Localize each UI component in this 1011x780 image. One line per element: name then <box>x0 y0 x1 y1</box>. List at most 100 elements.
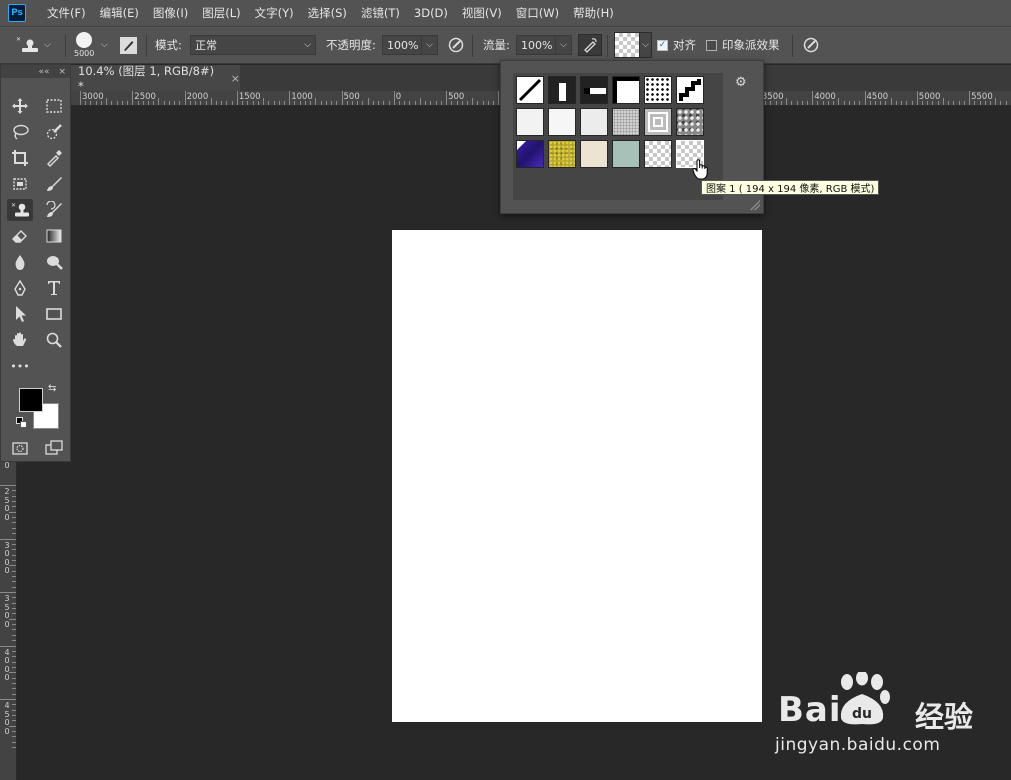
ruler-minor-tick <box>472 98 474 105</box>
collapse-icon[interactable]: «« <box>38 67 49 77</box>
pattern-swatch[interactable] <box>548 140 576 168</box>
pattern-picker-button[interactable]: ⌵ <box>614 27 652 63</box>
baidu-jingyan-watermark: du Bai 经验 jingyan.baidu.com <box>775 672 995 762</box>
resize-grip-icon[interactable] <box>750 200 760 210</box>
pattern-swatch[interactable] <box>580 140 608 168</box>
ruler-tick <box>289 91 291 105</box>
pattern-swatch[interactable] <box>580 108 608 136</box>
checkbox-checked-icon[interactable]: ✓ <box>657 39 668 51</box>
close-icon[interactable]: × <box>58 67 66 77</box>
ruler-minor-tick <box>12 602 16 604</box>
flow-input[interactable]: 100% ⌵ <box>516 27 572 63</box>
tool-preset-picker[interactable]: ✕ ⌵ <box>6 27 51 63</box>
pattern-swatch[interactable] <box>548 76 576 104</box>
brush-tool[interactable] <box>41 173 67 195</box>
blur-tool[interactable] <box>7 251 33 273</box>
document-canvas[interactable] <box>392 230 762 722</box>
path-selection-tool[interactable] <box>7 303 33 325</box>
flow-value[interactable]: 100% <box>516 35 556 55</box>
ruler-minor-tick <box>12 597 16 599</box>
pattern-swatch[interactable] <box>612 140 640 168</box>
frame-tool[interactable] <box>7 173 33 195</box>
pattern-swatch[interactable] <box>548 108 576 136</box>
pattern-stamp-icon: ✕ <box>11 202 29 217</box>
default-colors-icon[interactable] <box>16 417 27 428</box>
pattern-swatch[interactable] <box>516 76 544 104</box>
pattern-swatch[interactable] <box>612 108 640 136</box>
menu-filter[interactable]: 滤镜(T) <box>354 0 407 26</box>
crop-tool[interactable] <box>7 147 33 169</box>
dodge-tool[interactable] <box>41 251 67 273</box>
menu-file[interactable]: 文件(F) <box>40 0 93 26</box>
screen-mode-button[interactable] <box>41 437 67 459</box>
menu-layer[interactable]: 图层(L) <box>195 0 247 26</box>
align-checkbox[interactable]: ✓ 对齐 <box>657 27 696 63</box>
airbrush-button[interactable] <box>578 27 602 63</box>
pattern-swatch[interactable] <box>612 76 640 104</box>
ruler-tick <box>184 91 186 105</box>
checkbox-unchecked-icon[interactable] <box>706 39 717 51</box>
menu-window[interactable]: 窗口(W) <box>509 0 566 26</box>
pattern-swatch[interactable] <box>676 76 704 104</box>
ruler-minor-tick <box>12 688 16 690</box>
chevron-down-icon: ⌵ <box>44 40 51 50</box>
pen-tool[interactable] <box>7 277 33 299</box>
move-tool[interactable] <box>7 95 33 117</box>
tools-panel-header[interactable]: «« × <box>1 65 70 78</box>
eyedropper-tool[interactable] <box>41 147 67 169</box>
clone-stamp-tool[interactable]: ✕ <box>7 199 33 221</box>
menu-view[interactable]: 视图(V) <box>455 0 509 26</box>
menu-help[interactable]: 帮助(H) <box>566 0 621 26</box>
ruler-minor-tick <box>210 98 212 105</box>
ruler-minor-tick <box>12 661 16 663</box>
type-tool[interactable] <box>41 277 67 299</box>
pattern-swatch[interactable] <box>580 76 608 104</box>
menu-3d[interactable]: 3D(D) <box>407 0 455 26</box>
brush-picker-dropdown[interactable]: ⌵ <box>101 27 108 63</box>
rectangle-tool[interactable] <box>41 303 67 325</box>
marquee-tool[interactable] <box>41 95 67 117</box>
pattern-swatch[interactable] <box>516 108 544 136</box>
document-tab[interactable]: 10.4% (图层 1, RGB/8#) * × <box>70 64 240 93</box>
ruler-minor-tick <box>231 101 233 105</box>
ruler-minor-tick <box>801 101 803 105</box>
gear-icon[interactable]: ⚙ <box>735 75 747 90</box>
zoom-tool[interactable] <box>41 329 67 351</box>
foreground-color-swatch[interactable] <box>19 388 43 412</box>
history-brush-tool[interactable] <box>41 199 67 221</box>
ruler-minor-tick <box>12 533 16 535</box>
impressionist-checkbox[interactable]: 印象派效果 <box>706 27 780 63</box>
chevron-down-icon[interactable]: ⌵ <box>422 35 438 55</box>
hand-tool[interactable] <box>7 329 33 351</box>
lasso-tool[interactable] <box>7 121 33 143</box>
pressure-size-button[interactable] <box>802 27 820 63</box>
pattern-swatch[interactable] <box>644 76 672 104</box>
close-icon[interactable]: × <box>231 72 240 85</box>
gradient-tool[interactable] <box>41 225 67 247</box>
quick-selection-tool[interactable] <box>41 121 67 143</box>
chevron-down-icon[interactable]: ⌵ <box>556 35 572 55</box>
menu-edit[interactable]: 编辑(E) <box>93 0 146 26</box>
brush-preset-picker[interactable]: 5000 <box>74 27 94 63</box>
menu-select[interactable]: 选择(S) <box>301 0 354 26</box>
eraser-tool[interactable] <box>7 225 33 247</box>
pressure-opacity-button[interactable] <box>447 27 465 63</box>
pattern-swatch[interactable] <box>644 108 672 136</box>
menu-type[interactable]: 文字(Y) <box>248 0 301 26</box>
swap-colors-icon[interactable]: ⇆ <box>48 383 56 394</box>
pattern-swatch[interactable] <box>644 140 672 168</box>
menu-image[interactable]: 图像(I) <box>146 0 195 26</box>
vertical-ruler[interactable]: 0 2500 3000 3500 4000 4500 <box>0 462 17 780</box>
ruler-minor-tick <box>791 101 793 105</box>
pattern-swatch[interactable] <box>516 140 544 168</box>
quick-mask-button[interactable] <box>7 437 33 459</box>
opacity-value[interactable]: 100% <box>382 35 422 55</box>
brush-settings-toggle[interactable] <box>119 27 138 63</box>
options-bar: ✕ ⌵ 5000 ⌵ 模式: 正常 ⌵ 不透明度: 100% ⌵ 流量: 100… <box>0 26 1011 64</box>
more-tools-icon[interactable]: ••• <box>7 355 33 377</box>
ruler-label: 500 <box>343 92 360 102</box>
opacity-input[interactable]: 100% ⌵ <box>382 27 438 63</box>
pattern-swatch[interactable] <box>676 108 704 136</box>
chevron-down-icon[interactable]: ⌵ <box>640 32 652 58</box>
mode-select[interactable]: 正常 ⌵ <box>190 27 316 63</box>
